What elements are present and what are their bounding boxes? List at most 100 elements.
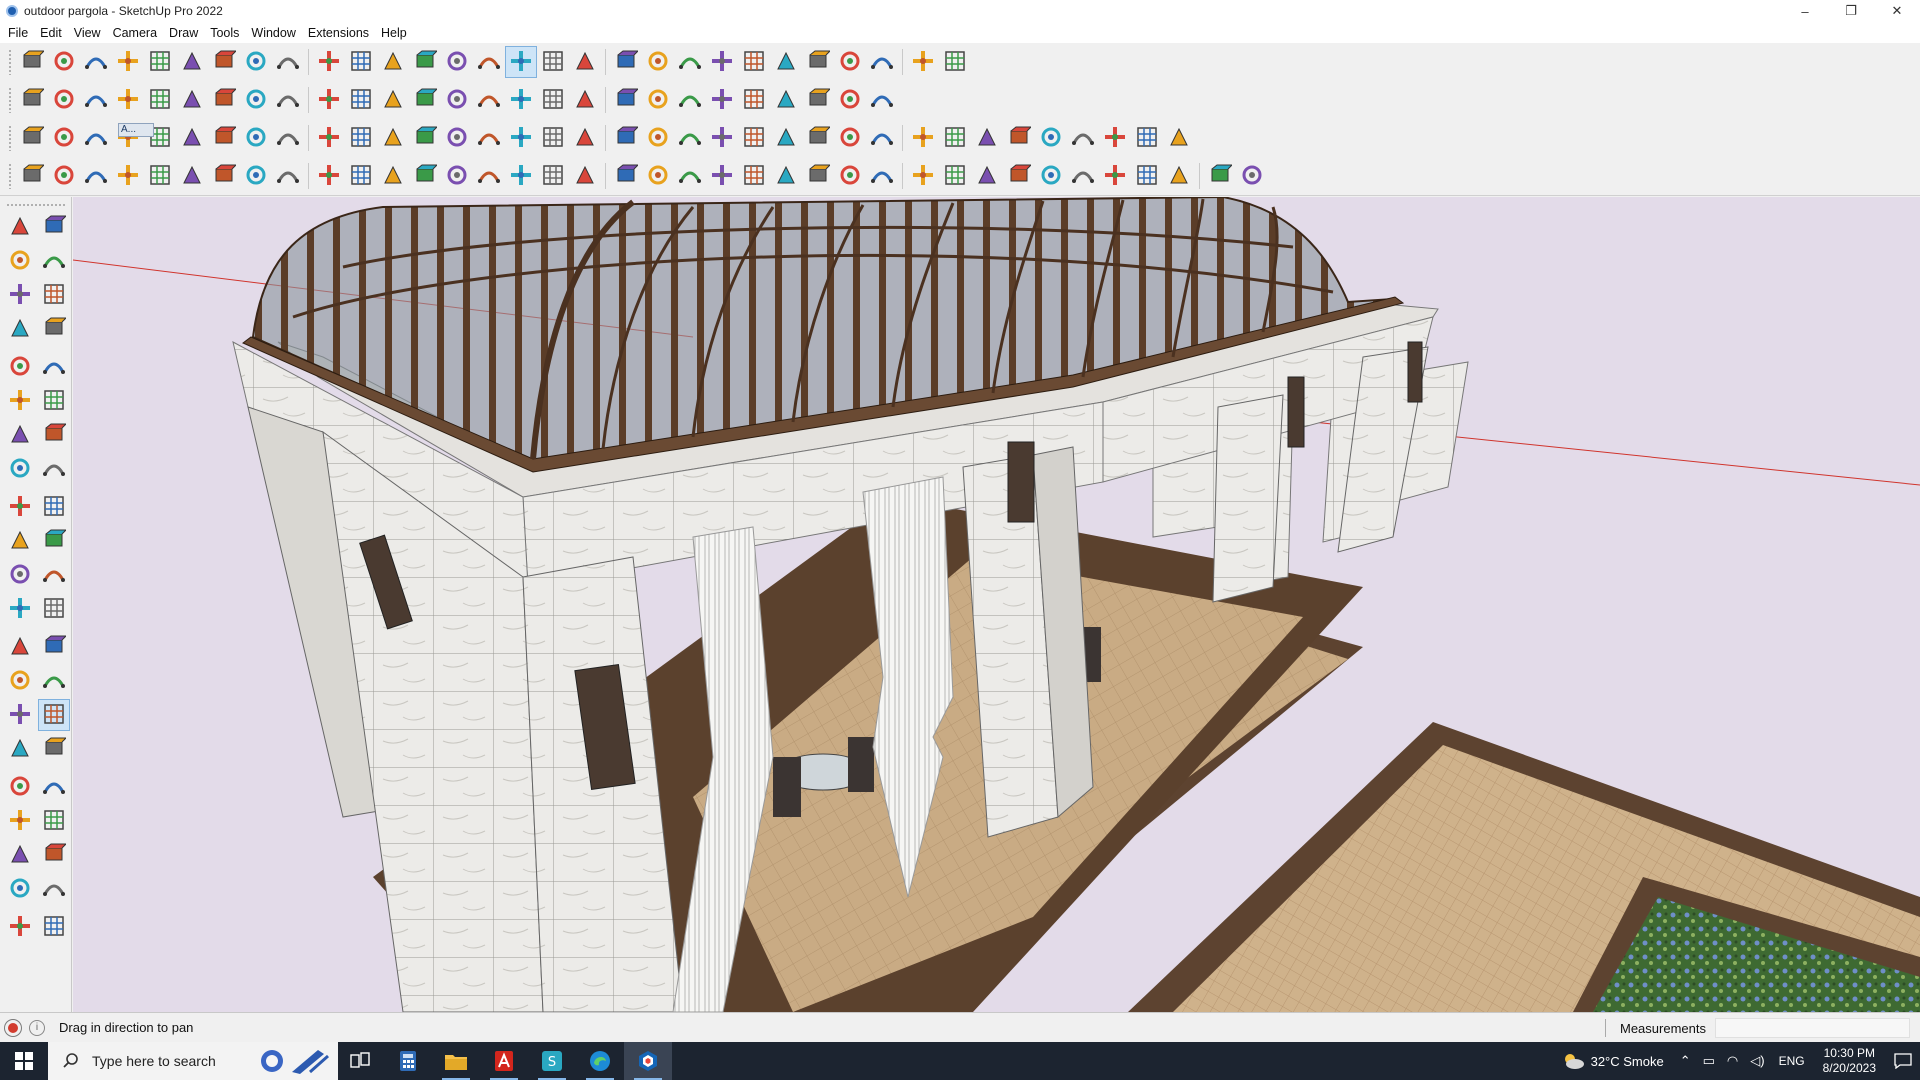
section-button[interactable] [802,46,834,78]
dots3-button[interactable] [1163,122,1195,154]
palette-previous-view-button[interactable] [38,771,70,803]
ruby-button[interactable] [112,160,144,192]
cross-blue-button[interactable] [441,122,473,154]
wifi-icon[interactable]: ◠ [1727,1053,1738,1069]
curve-red-button[interactable] [48,160,80,192]
weather-text[interactable]: 32°C Smoke [1591,1054,1664,1069]
undo-button[interactable] [866,46,898,78]
weather-icon[interactable] [1561,1051,1585,1071]
palette-text-button[interactable] [38,631,70,663]
language-indicator[interactable]: ENG [1779,1054,1805,1068]
start-button[interactable] [0,1042,48,1080]
file-explorer-icon[interactable] [432,1042,480,1080]
toolbar-grip[interactable] [8,49,12,75]
axes-button[interactable] [834,46,866,78]
panel-button[interactable] [642,160,674,192]
solid-subtract-button[interactable] [80,84,112,116]
calculator-icon[interactable] [384,1042,432,1080]
grid-dark2-button[interactable] [907,160,939,192]
cross-red-button[interactable] [377,122,409,154]
tape-measure-button[interactable] [377,46,409,78]
zoom-window-button[interactable] [569,46,601,78]
line-thin3-button[interactable] [802,160,834,192]
palette-pencil-button[interactable] [4,313,36,345]
menu-extensions[interactable]: Extensions [302,26,375,40]
palette-follow-me-button[interactable] [38,525,70,557]
palette-warehouse-button[interactable] [4,873,36,905]
toolbar-grip[interactable] [8,125,12,151]
palette-push-pull-button[interactable] [38,491,70,523]
weld-button[interactable] [770,84,802,116]
rotate-button[interactable] [313,46,345,78]
grid-dark11-button[interactable] [1204,160,1236,192]
grid-dark-button[interactable] [866,160,898,192]
polygon-button[interactable] [569,84,601,116]
curve-button[interactable] [537,84,569,116]
line-thin-button[interactable] [738,160,770,192]
palette-look-around-button[interactable] [38,805,70,837]
cube-outline-button[interactable] [240,160,272,192]
grid-yellow-button[interactable] [1035,122,1067,154]
app-s-icon[interactable]: S [528,1042,576,1080]
rotate-orange-button[interactable] [176,122,208,154]
trim-button[interactable] [176,84,208,116]
sketchup-taskbar-icon[interactable] [624,1042,672,1080]
toolbar-grip[interactable] [8,87,12,113]
text-button[interactable] [409,46,441,78]
scale-button[interactable] [345,46,377,78]
loop-button[interactable] [569,122,601,154]
palette-move-button[interactable] [4,491,36,523]
menu-edit[interactable]: Edit [34,26,68,40]
edge-icon[interactable] [576,1042,624,1080]
door-button[interactable] [345,84,377,116]
angle-red-button[interactable] [409,160,441,192]
roof-button[interactable] [409,84,441,116]
menu-file[interactable]: File [2,26,34,40]
profile-button[interactable] [738,46,770,78]
box-button[interactable] [706,122,738,154]
palette-offset-button[interactable] [38,559,70,591]
palette-section-plane-button[interactable] [38,839,70,871]
palette-tag-button[interactable] [38,279,70,311]
tree-button[interactable] [770,122,802,154]
close-button[interactable]: ✕ [1874,0,1920,22]
zoom-button[interactable] [537,46,569,78]
menu-draw[interactable]: Draw [163,26,204,40]
grid-dark6-button[interactable] [1035,160,1067,192]
cluster-red-button[interactable] [834,122,866,154]
acrobat-icon[interactable] [480,1042,528,1080]
ellipse-button[interactable] [642,84,674,116]
push-pull-button[interactable] [208,46,240,78]
ball-button[interactable] [272,160,304,192]
palette-axes-button[interactable] [4,665,36,697]
angle-red2-button[interactable] [441,160,473,192]
menu-camera[interactable]: Camera [107,26,163,40]
grid-dark8-button[interactable] [1099,160,1131,192]
palette-zoom-extents-button[interactable] [4,771,36,803]
toolbar-grip[interactable] [8,163,12,189]
palette-extension-warehouse-button[interactable] [38,873,70,905]
dots-button[interactable] [1099,122,1131,154]
palette-protractor-button[interactable] [4,631,36,663]
taskbar-search[interactable]: Type here to search [48,1042,338,1080]
line-thin4-button[interactable] [834,160,866,192]
axis-button[interactable] [674,122,706,154]
follow-me-button[interactable] [240,46,272,78]
loop-red-button[interactable] [610,122,642,154]
paint-bucket-button[interactable] [441,46,473,78]
intersect-button[interactable] [144,84,176,116]
window-button[interactable] [377,84,409,116]
path-button[interactable] [345,122,377,154]
warehouse-button[interactable] [610,46,642,78]
geo-location-icon[interactable] [5,1019,21,1036]
weld-edges-button[interactable] [834,84,866,116]
palette-polygon-button[interactable] [38,385,70,417]
cross-green-button[interactable] [409,122,441,154]
measure-button[interactable] [802,84,834,116]
task-view-icon[interactable] [336,1042,384,1080]
grid-dark5-button[interactable] [1003,160,1035,192]
layer-yellow-button[interactable] [80,122,112,154]
frame-outline-button[interactable] [473,160,505,192]
battery-icon[interactable]: ▭ [1703,1053,1715,1069]
palette-rotated-rectangle-button[interactable] [38,351,70,383]
